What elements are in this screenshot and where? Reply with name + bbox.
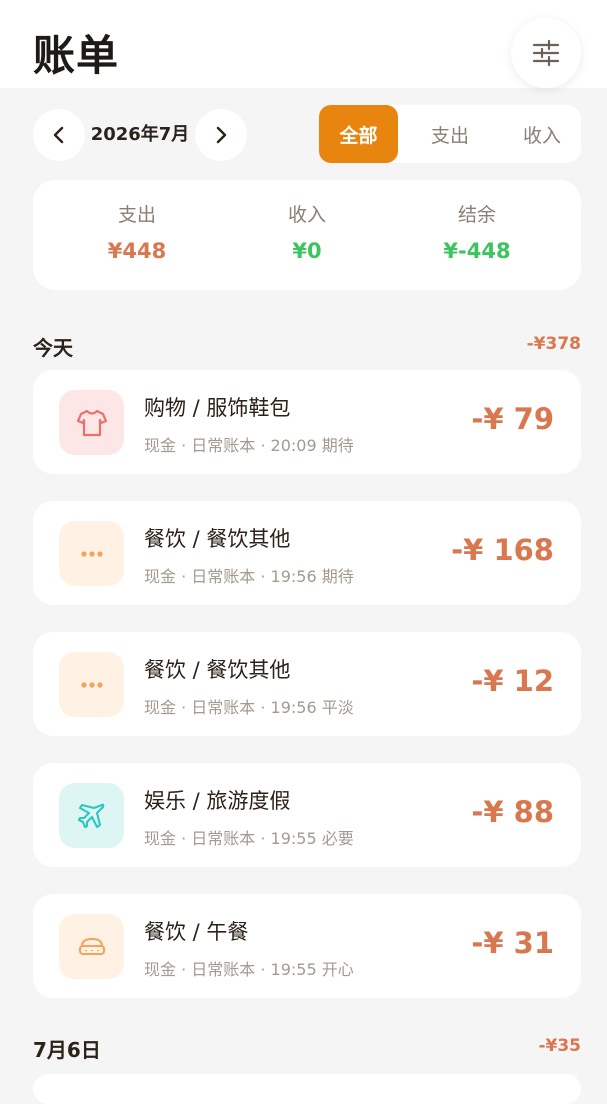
transaction-item[interactable]: 娱乐 / 旅游度假 现金 · 日常账本 · 19:55 必要 -¥ 88 (33, 763, 581, 867)
summary-balance: 结余 ¥-448 (402, 200, 552, 263)
category-icon-box (59, 783, 124, 848)
tab-expense[interactable]: 支出 (411, 105, 489, 163)
category-icon-box (59, 390, 124, 455)
day-total: -¥378 (526, 334, 581, 354)
transaction-item[interactable]: 餐饮 / 午餐 现金 · 日常账本 · 19:55 开心 -¥ 31 (33, 894, 581, 998)
category-icon-box (59, 652, 124, 717)
transaction-item[interactable] (33, 1074, 581, 1104)
next-month-button[interactable] (195, 109, 247, 161)
day-label: 7月6日 (33, 1038, 101, 1062)
transaction-item[interactable]: 餐饮 / 餐饮其他 现金 · 日常账本 · 19:56 期待 -¥ 168 (33, 501, 581, 605)
transaction-amount: -¥ 12 (471, 664, 554, 698)
summary-income-value: ¥0 (292, 239, 322, 263)
summary-income-label: 收入 (287, 204, 326, 226)
more-dots-icon (80, 550, 103, 557)
filter-button[interactable] (511, 18, 581, 88)
transaction-meta: 现金 · 日常账本 · 19:55 开心 (144, 960, 354, 979)
transaction-amount: -¥ 168 (451, 533, 554, 567)
lunchbox-icon (78, 937, 105, 955)
chevron-left-icon (53, 126, 64, 144)
summary-balance-value: ¥-448 (443, 239, 511, 263)
summary-expense: 支出 ¥448 (62, 200, 212, 263)
transaction-meta: 现金 · 日常账本 · 20:09 期待 (144, 436, 354, 455)
transaction-amount: -¥ 31 (471, 926, 554, 960)
transaction-meta: 现金 · 日常账本 · 19:56 期待 (144, 567, 354, 586)
transaction-title: 购物 / 服饰鞋包 (144, 396, 291, 420)
day-header-jul6: 7月6日 -¥35 (33, 1034, 581, 1064)
day-header-today: 今天 -¥378 (33, 332, 581, 362)
transaction-meta: 现金 · 日常账本 · 19:55 必要 (144, 829, 354, 848)
transaction-title: 餐饮 / 餐饮其他 (144, 658, 291, 682)
category-icon-box (59, 521, 124, 586)
transaction-title: 娱乐 / 旅游度假 (144, 789, 291, 813)
transaction-amount: -¥ 88 (471, 795, 554, 829)
sliders-icon (532, 39, 560, 67)
tshirt-icon (76, 409, 107, 436)
chevron-right-icon (216, 126, 227, 144)
transaction-title: 餐饮 / 午餐 (144, 920, 249, 944)
month-label[interactable]: 2026年7月 (88, 120, 192, 146)
tab-income[interactable]: 收入 (503, 105, 581, 163)
airplane-icon (77, 803, 104, 828)
more-dots-icon (80, 681, 103, 688)
page-title: 账单 (33, 31, 120, 80)
transaction-title: 餐饮 / 餐饮其他 (144, 527, 291, 551)
transaction-meta: 现金 · 日常账本 · 19:56 平淡 (144, 698, 354, 717)
summary-income: 收入 ¥0 (232, 200, 382, 263)
summary-balance-label: 结余 (457, 204, 496, 226)
prev-month-button[interactable] (33, 109, 85, 161)
app-header: 账单 (0, 0, 607, 88)
day-total: -¥35 (538, 1036, 581, 1056)
category-icon-box (59, 914, 124, 979)
summary-expense-label: 支出 (117, 204, 156, 226)
transaction-amount: -¥ 79 (471, 402, 554, 436)
day-label: 今天 (33, 336, 73, 360)
transaction-item[interactable]: 餐饮 / 餐饮其他 现金 · 日常账本 · 19:56 平淡 -¥ 12 (33, 632, 581, 736)
summary-expense-value: ¥448 (107, 239, 167, 263)
summary-card: 支出 ¥448 收入 ¥0 结余 ¥-448 (33, 180, 581, 290)
transaction-item[interactable]: 购物 / 服饰鞋包 现金 · 日常账本 · 20:09 期待 -¥ 79 (33, 370, 581, 474)
tab-all[interactable]: 全部 (319, 105, 398, 163)
type-tabs: 全部 支出 收入 (319, 105, 581, 163)
